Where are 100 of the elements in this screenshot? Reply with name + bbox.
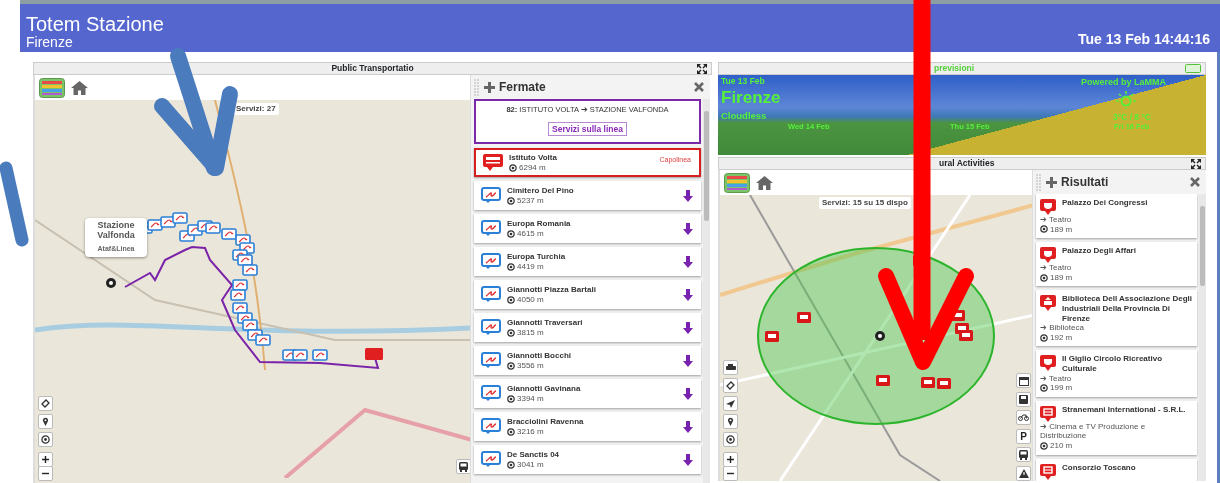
eye-icon: [507, 427, 515, 436]
stop-item[interactable]: De Sanctis 04 3041 m: [474, 445, 701, 475]
distance-text: 4050 m: [517, 294, 544, 305]
bus-button[interactable]: [456, 459, 470, 474]
eye-icon: [1040, 383, 1048, 392]
stop-item[interactable]: Giannotti Bocchi 3556 m: [474, 346, 701, 376]
bus-stop-icon: [481, 385, 501, 403]
expand-icon[interactable]: [697, 64, 707, 74]
warning-icon: [1018, 468, 1029, 478]
bike-button[interactable]: [1016, 410, 1031, 425]
bus-stop-icon: [481, 187, 501, 205]
plane-button[interactable]: [723, 396, 738, 411]
toggle-icon[interactable]: [1185, 64, 1201, 73]
bicycle-icon: [1018, 414, 1029, 421]
services-counter: Servizi: 15 su 15 dispo: [819, 197, 911, 209]
stop-name: Bracciolini Ravenna: [507, 417, 585, 427]
down-arrow-icon[interactable]: [683, 420, 693, 433]
stop-item[interactable]: Giannotti Gavinana 3394 m: [474, 379, 701, 409]
app-logo-icon[interactable]: [39, 77, 65, 98]
eye-icon: [507, 262, 515, 271]
home-icon[interactable]: [71, 80, 88, 95]
plus-icon[interactable]: [484, 81, 495, 93]
down-arrow-icon[interactable]: [683, 255, 693, 268]
down-arrow-icon[interactable]: [683, 453, 693, 466]
zoom-out-button[interactable]: [38, 466, 53, 481]
stop-item[interactable]: Cimitero Del Pino 5237 m: [474, 181, 701, 211]
terminus-icon: [483, 154, 503, 172]
result-item[interactable]: Stranemani International - S.R.L. ➔ Cinema e TV Produzione e Distribuzione 210 m: [1036, 400, 1197, 455]
marker-button[interactable]: [38, 414, 53, 429]
save-button[interactable]: [1016, 391, 1031, 407]
stop-item[interactable]: Europa Turchia 4419 m: [474, 247, 701, 277]
eye-icon: [507, 394, 515, 403]
map-placeholder[interactable]: Servizi: 15 su 15 dispo P: [720, 195, 1032, 481]
parking-button[interactable]: P: [1016, 428, 1031, 444]
zoom-in-icon: [42, 456, 49, 463]
cinema-icon: [1040, 463, 1056, 480]
distance-text: 192 m: [1050, 332, 1073, 343]
location-button[interactable]: [38, 432, 53, 447]
down-arrow-icon[interactable]: [683, 387, 693, 400]
close-icon[interactable]: [694, 82, 704, 92]
layers-button[interactable]: [723, 378, 738, 393]
result-item[interactable]: Consorzio Toscano: [1036, 458, 1197, 481]
eye-icon: [507, 229, 515, 238]
location-button[interactable]: [723, 432, 738, 447]
home-icon[interactable]: [756, 175, 773, 190]
down-arrow-icon[interactable]: [683, 288, 693, 301]
marker-button[interactable]: [723, 414, 738, 429]
stop-item[interactable]: Europa Romania 4615 m: [474, 214, 701, 244]
distance-text: 3394 m: [517, 393, 544, 404]
stop-item[interactable]: Bracciolini Ravenna 3216 m: [474, 412, 701, 442]
line-services-button[interactable]: Servizi sulla linea: [548, 122, 627, 137]
result-name: Biblioteca Dell Associazione Degli Industriali Della Provincia Di Firenze: [1062, 294, 1193, 324]
eye-icon: [1040, 273, 1048, 282]
cinema-icon: [1040, 405, 1056, 422]
bus-stop-icon: [481, 418, 501, 436]
down-arrow-icon[interactable]: [683, 354, 693, 367]
result-item[interactable]: Palazzo Dei Congressi ➔ Teatro 189 m: [1036, 194, 1197, 239]
location-icon: [726, 435, 735, 444]
theatre-icon: [1040, 199, 1056, 215]
down-arrow-icon[interactable]: [683, 321, 693, 334]
drag-handle-icon[interactable]: [473, 77, 480, 97]
weather-city: Firenze: [721, 89, 781, 108]
services-counter: Servizi: 27: [233, 103, 279, 115]
result-item[interactable]: Palazzo Degli Affari ➔ Teatro 189 m: [1036, 242, 1197, 287]
theatre-icon: [1040, 247, 1056, 264]
bus-stop-icon: [481, 451, 501, 469]
close-icon[interactable]: [1190, 177, 1200, 187]
expand-icon[interactable]: [1191, 159, 1201, 169]
scrollbar[interactable]: [1199, 194, 1206, 481]
zoom-out-icon: [727, 470, 734, 477]
zoom-out-icon: [42, 470, 49, 477]
distance-text: 5237 m: [517, 195, 544, 206]
stop-item[interactable]: Giannotti Piazza Bartali 4050 m: [474, 280, 701, 310]
weather-credit: Powered by LaMMA: [1081, 78, 1166, 88]
warning-button[interactable]: [1016, 465, 1031, 481]
eye-icon: [509, 163, 517, 172]
distance-text: 189 m: [1050, 224, 1073, 235]
down-arrow-icon[interactable]: [683, 222, 693, 235]
app-logo-icon[interactable]: [724, 172, 750, 193]
result-item[interactable]: Il Giglio Circolo Ricreativo Culturale ➔ Teatro 199 m: [1036, 350, 1197, 397]
result-category: ➔ Teatro: [1040, 373, 1073, 384]
distance-text: 4615 m: [517, 228, 544, 239]
pin-icon: [42, 417, 49, 426]
bus-stop-icon: [481, 286, 501, 304]
distance-text: 3815 m: [517, 327, 544, 338]
drag-handle-icon[interactable]: [1035, 172, 1042, 192]
result-category: ➔ Cinema e TV Produzione e Distribuzione: [1040, 421, 1147, 441]
car-button[interactable]: [723, 360, 738, 375]
bus-button[interactable]: [1016, 447, 1031, 462]
result-item[interactable]: Biblioteca Dell Associazione Degli Industriali Della Provincia Di Firenze ➔ Biblioteca 192 m: [1036, 290, 1197, 347]
calendar-button[interactable]: [1016, 373, 1031, 388]
zoom-out-button[interactable]: [723, 466, 738, 481]
scrollbar[interactable]: [703, 99, 710, 483]
panel-title: previsioni: [934, 62, 975, 75]
layers-button[interactable]: [38, 396, 53, 411]
down-arrow-icon[interactable]: [683, 189, 693, 202]
plus-icon[interactable]: [1046, 176, 1057, 188]
result-name: Palazzo Dei Congressi: [1062, 198, 1148, 208]
result-category: ➔ Teatro: [1040, 263, 1073, 273]
stop-item[interactable]: Giannotti Traversari 3815 m: [474, 313, 701, 343]
